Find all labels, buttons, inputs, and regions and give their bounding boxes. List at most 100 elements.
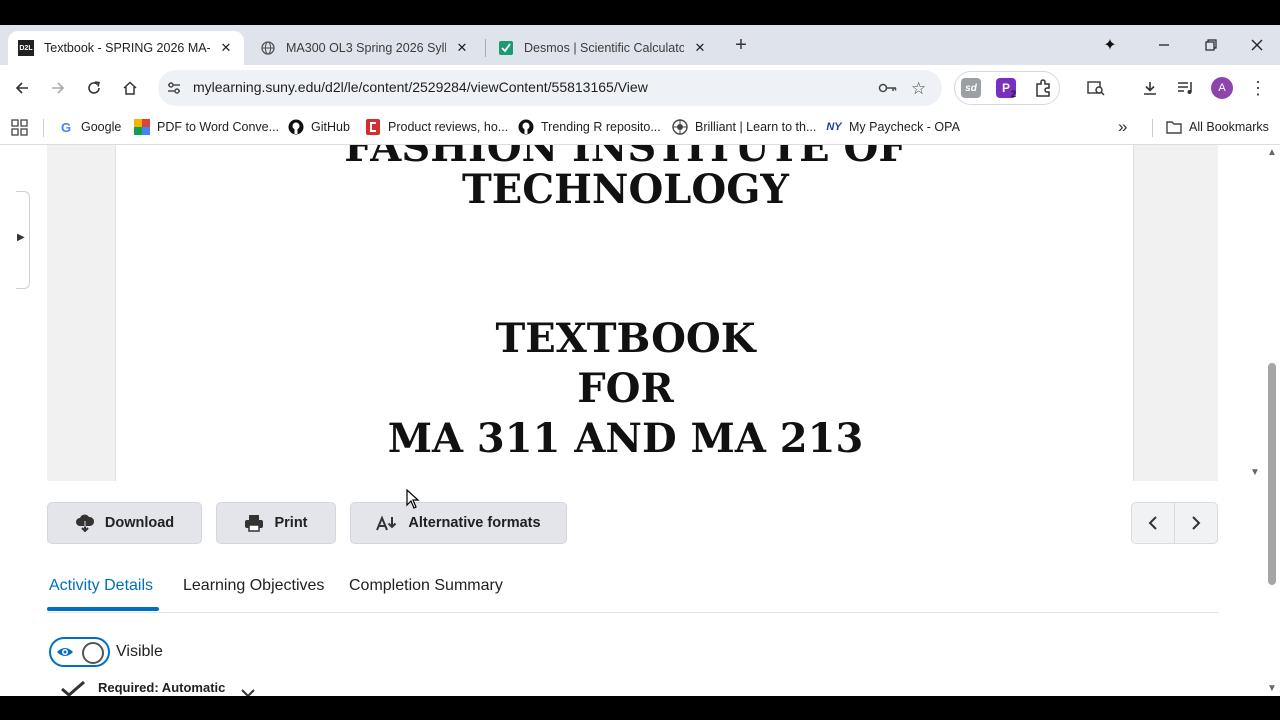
toggle-knob xyxy=(82,642,104,664)
globe-icon xyxy=(260,40,276,56)
folder-icon xyxy=(1166,119,1182,135)
bookmark-label: Brilliant | Learn to th... xyxy=(695,120,817,134)
previous-topic-button[interactable] xyxy=(1131,502,1175,544)
bookmark-my-paycheck[interactable]: NY My Paycheck - OPA xyxy=(826,119,960,135)
url-text[interactable]: mylearning.suny.edu/d2l/le/content/25292… xyxy=(193,79,648,95)
close-icon[interactable]: ✕ xyxy=(218,40,234,56)
doc-line-textbook: TEXTBOOK xyxy=(495,315,756,362)
bookmark-google[interactable]: G Google xyxy=(58,119,121,135)
checkmark-icon xyxy=(60,680,86,696)
d2l-favicon-icon: D2L xyxy=(18,40,34,56)
next-topic-button[interactable] xyxy=(1174,502,1218,544)
tab-desmos[interactable]: Desmos | Scientific Calculator ✕ xyxy=(488,31,718,65)
tab-textbook[interactable]: D2L Textbook - SPRING 2026 MA-30 ✕ xyxy=(8,31,244,65)
bookmark-pdf-to-word[interactable]: PDF to Word Conve... xyxy=(134,119,279,135)
bookmark-label: All Bookmarks xyxy=(1189,120,1269,134)
close-icon[interactable]: ✕ xyxy=(692,40,708,56)
viewer-scrollbar[interactable]: ▼ xyxy=(1248,145,1264,481)
bookmark-label: GitHub xyxy=(311,120,350,134)
bookmark-brilliant[interactable]: Brilliant | Learn to th... xyxy=(672,119,816,135)
google-icon: G xyxy=(60,119,72,135)
scroll-down-arrow-icon[interactable]: ▼ xyxy=(1250,467,1260,478)
printer-icon xyxy=(244,514,264,532)
close-icon[interactable]: ✕ xyxy=(454,40,470,56)
extension-badge: 2 xyxy=(1011,89,1017,99)
bookmarks-bar: G Google PDF to Word Conve... GitHub Pro… xyxy=(0,111,1280,145)
nyc-icon: NY xyxy=(826,121,842,133)
desmos-icon xyxy=(498,40,514,56)
bookmark-trending-r[interactable]: Trending R reposito... xyxy=(518,119,661,135)
screen: D2L Textbook - SPRING 2026 MA-30 ✕ MA300… xyxy=(0,0,1280,720)
tab-title: MA300 OL3 Spring 2026 Syllab xyxy=(286,41,446,55)
browser-chrome: D2L Textbook - SPRING 2026 MA-30 ✕ MA300… xyxy=(0,25,1280,145)
tab-separator xyxy=(485,39,486,57)
all-bookmarks-button[interactable]: All Bookmarks xyxy=(1166,119,1269,135)
home-icon[interactable] xyxy=(118,76,142,100)
bookmark-star-icon[interactable]: ☆ xyxy=(911,79,926,99)
bookmark-label: PDF to Word Conve... xyxy=(157,120,280,134)
completion-requirement[interactable]: Required: Automatic xyxy=(98,680,225,695)
product-icon xyxy=(365,119,381,135)
minimize-icon[interactable] xyxy=(1150,33,1178,57)
bookmark-divider xyxy=(43,119,44,137)
close-window-icon[interactable] xyxy=(1243,33,1271,57)
pdf-icon xyxy=(134,119,150,135)
media-control-icon[interactable] xyxy=(1174,76,1198,100)
bookmark-divider xyxy=(1152,119,1153,137)
apps-grid-icon[interactable] xyxy=(11,119,28,141)
profile-avatar[interactable]: A xyxy=(1211,77,1233,99)
triangle-right-icon: ▶ xyxy=(17,232,25,243)
page-scrollbar[interactable]: ▲ ▼ xyxy=(1264,145,1280,696)
site-info-icon[interactable] xyxy=(166,80,182,101)
page-content: ▶ FASHION INSTITUTE OF TECHNOLOGY TEXTBO… xyxy=(0,145,1280,696)
tab-learning-objectives[interactable]: Learning Objectives xyxy=(183,577,324,595)
print-button[interactable]: Print xyxy=(216,502,336,544)
bookmark-product-reviews[interactable]: Product reviews, ho... xyxy=(365,119,508,135)
tab-syllabus[interactable]: MA300 OL3 Spring 2026 Syllab ✕ xyxy=(250,31,480,65)
new-tab-button[interactable]: + xyxy=(730,35,752,57)
tab-strip: D2L Textbook - SPRING 2026 MA-30 ✕ MA300… xyxy=(0,25,1280,65)
bookmark-label: My Paycheck - OPA xyxy=(849,120,960,134)
bookmark-github[interactable]: GitHub xyxy=(288,119,350,135)
document-viewer[interactable]: FASHION INSTITUTE OF TECHNOLOGY TEXTBOOK… xyxy=(47,145,1260,481)
tab-title: Textbook - SPRING 2026 MA-30 xyxy=(44,41,210,55)
doc-line-technology: TECHNOLOGY xyxy=(462,166,789,213)
visibility-toggle[interactable] xyxy=(49,637,110,667)
visibility-label: Visible xyxy=(116,643,163,660)
alternative-formats-button[interactable]: Alternative formats xyxy=(350,502,567,544)
bookmark-label: Trending R reposito... xyxy=(541,120,661,134)
tab-activity-details[interactable]: Activity Details xyxy=(49,577,153,595)
sd-extension-icon[interactable]: sd xyxy=(961,78,981,98)
doc-line-course: MA 311 AND MA 213 xyxy=(387,415,864,462)
cloud-download-icon xyxy=(75,514,95,532)
details-tabs: Activity Details Learning Objectives Com… xyxy=(47,565,1218,613)
reload-icon[interactable] xyxy=(82,76,106,100)
gemini-sparkle-icon[interactable]: ✦ xyxy=(1096,33,1124,57)
download-icon[interactable] xyxy=(1138,76,1162,100)
active-tab-indicator xyxy=(47,607,159,611)
restore-icon[interactable] xyxy=(1197,33,1225,57)
side-panel-toggle[interactable]: ▶ xyxy=(16,191,30,289)
bookmark-label: Google xyxy=(81,120,122,134)
scrollbar-thumb[interactable] xyxy=(1268,363,1276,585)
alternative-formats-icon xyxy=(376,515,398,531)
scroll-down-arrow-icon[interactable]: ▼ xyxy=(1267,683,1277,694)
back-arrow-icon[interactable] xyxy=(10,76,34,100)
menu-kebab-icon[interactable]: ⋮ xyxy=(1246,76,1270,100)
address-bar[interactable]: mylearning.suny.edu/d2l/le/content/25292… xyxy=(158,70,942,106)
scroll-up-arrow-icon[interactable]: ▲ xyxy=(1267,147,1277,158)
forward-arrow-icon[interactable] xyxy=(46,76,70,100)
github-icon xyxy=(288,119,304,135)
password-key-icon[interactable] xyxy=(878,80,898,101)
brilliant-icon xyxy=(672,119,688,135)
mouse-cursor-icon xyxy=(406,489,420,509)
more-bookmarks-chevron-icon[interactable]: » xyxy=(1118,117,1127,137)
button-label: Download xyxy=(104,515,175,531)
chevron-down-icon[interactable] xyxy=(241,685,255,696)
tab-completion-summary[interactable]: Completion Summary xyxy=(349,577,503,595)
download-button[interactable]: Download xyxy=(47,502,202,544)
document-page: FASHION INSTITUTE OF TECHNOLOGY TEXTBOOK… xyxy=(115,145,1134,481)
puzzle-extensions-icon[interactable] xyxy=(1033,78,1053,103)
eye-icon xyxy=(57,648,73,656)
tab-search-icon[interactable] xyxy=(1084,76,1108,100)
